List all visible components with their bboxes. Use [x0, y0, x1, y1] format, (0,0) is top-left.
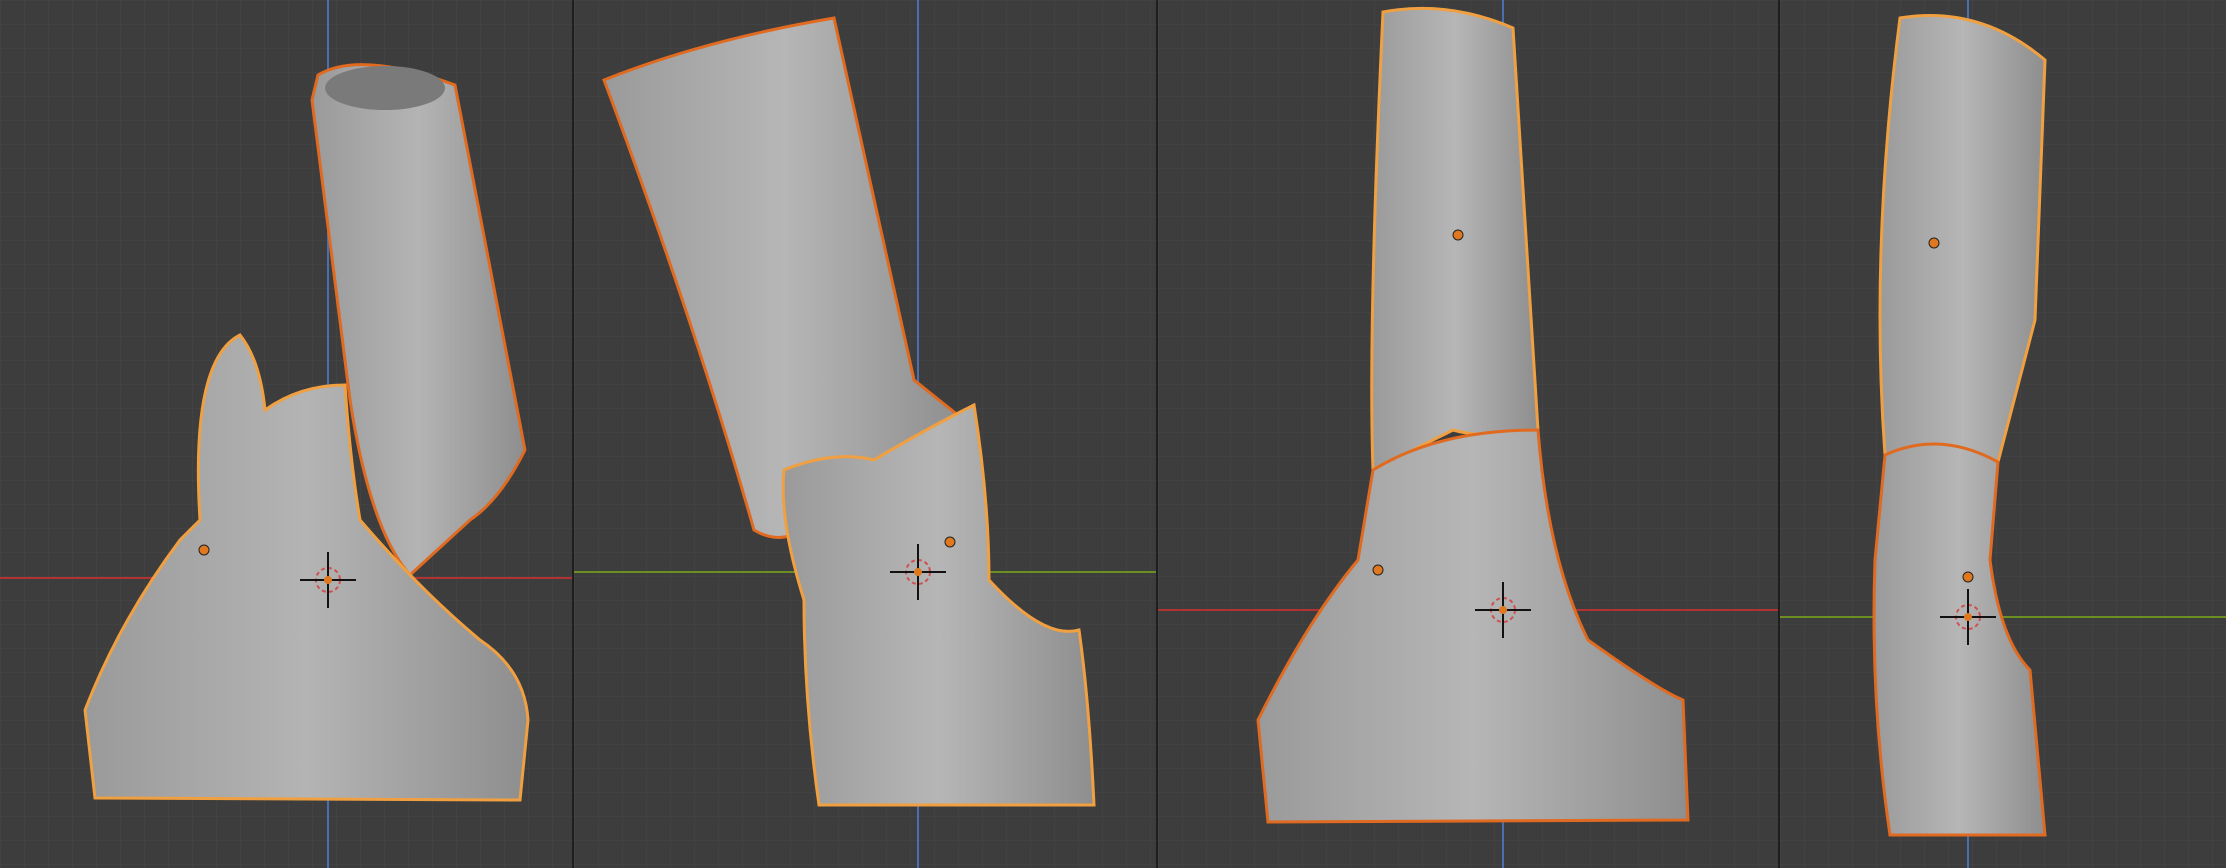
object-origin-dot[interactable] [1372, 564, 1384, 576]
viewport-4-canvas[interactable] [1780, 0, 2226, 868]
3d-viewport-3[interactable] [1158, 0, 1778, 868]
shaft-opening [325, 66, 445, 110]
object-origin-dot[interactable] [1962, 571, 1974, 583]
object-origin-dot[interactable] [944, 536, 956, 548]
object-origin-dot[interactable] [1452, 229, 1464, 241]
3d-viewport-4[interactable] [1780, 0, 2226, 868]
3d-viewport-1[interactable] [0, 0, 572, 868]
3d-viewport-2[interactable] [574, 0, 1156, 868]
viewport-row [0, 0, 2226, 868]
object-origin-dot[interactable] [198, 544, 210, 556]
object-origin-dot[interactable] [1928, 237, 1940, 249]
viewport-3-canvas[interactable] [1158, 0, 1778, 868]
viewport-1-canvas[interactable] [0, 0, 572, 868]
viewport-2-canvas[interactable] [574, 0, 1156, 868]
